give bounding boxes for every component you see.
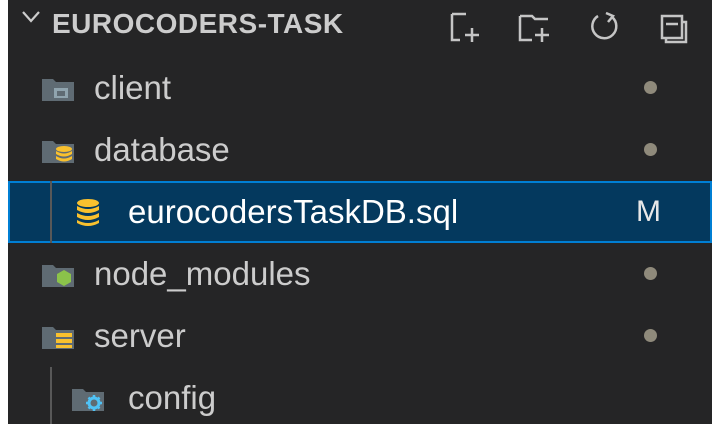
tree-item-node-modules[interactable]: node_modules [8,243,712,305]
indent-guide [50,367,52,424]
new-file-icon[interactable] [446,10,482,44]
tree-item-label: eurocodersTaskDB.sql [128,193,459,230]
git-status-badge: M [636,195,661,228]
database-file-icon [77,199,99,226]
indent-guide [50,181,52,243]
workspace-title: EUROCODERS-TASK [52,8,344,39]
modified-dot [644,267,657,280]
tree-item-label: node_modules [94,255,311,292]
modified-dot [644,81,657,94]
tree-item-server[interactable]: server [8,305,712,367]
explorer-header[interactable]: EUROCODERS-TASK [8,0,712,52]
new-folder-icon[interactable] [516,10,552,44]
tree-item-config[interactable]: config [8,367,712,424]
folder-client-icon [42,79,74,101]
modified-dot [644,329,657,342]
folder-database-icon [42,141,74,163]
tree-item-label: client [94,69,172,106]
folder-server-icon [42,327,74,349]
tree-item-label: server [94,317,186,354]
collapse-all-icon[interactable] [654,10,690,44]
tree-item-database[interactable]: database [8,119,712,181]
chevron-down-icon[interactable] [20,6,42,28]
modified-dot [644,143,657,156]
folder-node-icon [42,265,74,287]
refresh-icon[interactable] [586,10,622,44]
tree-item-label: database [94,131,230,168]
tree-item-eurocoderstaskdb-sql[interactable]: eurocodersTaskDB.sql M [8,181,712,243]
tree-item-client[interactable]: client [8,57,712,119]
tree-item-label: config [128,379,217,416]
folder-config-icon [72,389,104,411]
explorer-panel: EUROCODERS-TASK client database eurocode… [8,0,712,424]
